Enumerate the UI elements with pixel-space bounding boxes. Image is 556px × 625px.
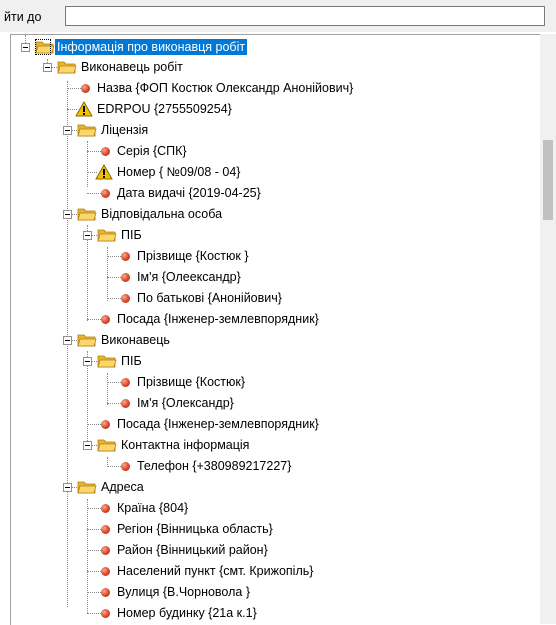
- field-dot-icon: [101, 420, 110, 429]
- open-folder-icon: [77, 481, 97, 494]
- tree-node-label: Виконавець: [101, 333, 170, 347]
- field-dot-icon: [101, 315, 110, 324]
- tree-leaf-label: Ім'я {Олександр}: [137, 396, 234, 410]
- tree-leaf-number[interactable]: Номер { №09/08 - 04}: [11, 162, 545, 182]
- tree-leaf-settlement[interactable]: Населений пункт {смт. Крижопіль}: [11, 561, 545, 581]
- tree-leaf-surname[interactable]: Прізвище {Костюк}: [11, 372, 545, 392]
- open-folder-icon: [77, 334, 97, 347]
- field-dot-icon: [121, 252, 130, 261]
- tree-leaf-label: Прізвище {Костюк}: [137, 375, 246, 389]
- tree-node-label: ПІБ: [121, 354, 142, 368]
- tree-leaf-edrpou[interactable]: EDRPOU {2755509254}: [11, 99, 545, 119]
- tree-leaf-first-name[interactable]: Ім'я {Олеександр}: [11, 267, 545, 287]
- tree-leaf-label: Регіон {Вінницька область}: [117, 522, 273, 536]
- field-dot-icon: [101, 504, 110, 513]
- tree-node-executor[interactable]: Виконавець: [11, 330, 545, 350]
- tree-node-contact[interactable]: Контактна інформація: [11, 435, 545, 455]
- tree-leaf-label: EDRPOU {2755509254}: [97, 102, 232, 116]
- tree-node-responsible[interactable]: Відповідальна особа: [11, 204, 545, 224]
- tree-leaf-name[interactable]: Назва {ФОП Костюк Олександр Анонійович}: [11, 78, 545, 98]
- tree-leaf-region[interactable]: Регіон {Вінницька область}: [11, 519, 545, 539]
- field-dot-icon: [121, 462, 130, 471]
- tree-node-root[interactable]: Інформація про виконавця робіт: [11, 35, 545, 57]
- tree-leaf-surname[interactable]: Прізвище {Костюк }: [11, 246, 545, 266]
- tree-node-label: Відповідальна особа: [101, 207, 223, 221]
- collapse-toggle[interactable]: [43, 63, 52, 72]
- tree-leaf-label: Посада {Інженер-землевпорядник}: [117, 312, 319, 326]
- goto-input[interactable]: [65, 6, 545, 26]
- tree-leaf-label: Посада {Інженер-землевпорядник}: [117, 417, 319, 431]
- tree-leaf-position[interactable]: Посада {Інженер-землевпорядник}: [11, 309, 545, 329]
- field-dot-icon: [101, 147, 110, 156]
- tree-leaf-position[interactable]: Посада {Інженер-землевпорядник}: [11, 414, 545, 434]
- tree-leaf-label: Прізвище {Костюк }: [137, 249, 249, 263]
- open-folder-icon: [57, 61, 77, 74]
- goto-bar: йти до: [0, 0, 556, 32]
- tree-node-contractor[interactable]: Виконавець робіт: [11, 57, 545, 77]
- tree-node-label: Ліцензія: [101, 123, 149, 137]
- tree-leaf-label: Населений пункт {смт. Крижопіль}: [117, 564, 314, 578]
- tree-leaf-building[interactable]: Номер будинку {21а к.1}: [11, 603, 545, 623]
- goto-label: йти до: [4, 10, 42, 24]
- tree-leaf-label: Номер { №09/08 - 04}: [117, 165, 241, 179]
- tree-leaf-label: Серія {СПК}: [117, 144, 187, 158]
- field-dot-icon: [81, 84, 90, 93]
- tree-leaf-street[interactable]: Вулиця {В.Чорновола }: [11, 582, 545, 602]
- field-dot-icon: [121, 273, 130, 282]
- collapse-toggle[interactable]: [63, 126, 72, 135]
- tree-node-label: Адреса: [101, 480, 144, 494]
- vertical-scrollbar[interactable]: [540, 34, 556, 624]
- tree-leaf-label: Країна {804}: [117, 501, 189, 515]
- tree-leaf-series[interactable]: Серія {СПК}: [11, 141, 545, 161]
- tree-leaf-label: Ім'я {Олеександр}: [137, 270, 241, 284]
- tree-leaf-label: Номер будинку {21а к.1}: [117, 606, 257, 620]
- warning-icon: [75, 101, 93, 117]
- field-dot-icon: [121, 378, 130, 387]
- tree-leaf-first-name[interactable]: Ім'я {Олександр}: [11, 393, 545, 413]
- tree-node-label: Контактна інформація: [121, 438, 250, 452]
- tree-leaf-phone[interactable]: Телефон {+380989217227}: [11, 456, 545, 476]
- tree-node-label: Інформація про виконавця робіт: [55, 39, 248, 55]
- field-dot-icon: [121, 399, 130, 408]
- field-dot-icon: [101, 588, 110, 597]
- tree-node-license[interactable]: Ліцензія: [11, 120, 545, 140]
- collapse-toggle[interactable]: [63, 336, 72, 345]
- tree-leaf-label: По батькові {Анонійович}: [137, 291, 282, 305]
- tree-leaf-country[interactable]: Країна {804}: [11, 498, 545, 518]
- tree-node-executor-pib[interactable]: ПІБ: [11, 351, 545, 371]
- collapse-toggle[interactable]: [63, 210, 72, 219]
- tree-node-responsible-pib[interactable]: ПІБ: [11, 225, 545, 245]
- field-dot-icon: [101, 567, 110, 576]
- field-dot-icon: [101, 546, 110, 555]
- collapse-toggle[interactable]: [83, 441, 92, 450]
- collapse-toggle[interactable]: [83, 357, 92, 366]
- tree-node-label: Виконавець робіт: [81, 60, 183, 74]
- scrollbar-thumb[interactable]: [543, 140, 553, 220]
- tree-leaf-label: Вулиця {В.Чорновола }: [117, 585, 250, 599]
- open-folder-icon: [97, 355, 117, 368]
- tree-view[interactable]: Інформація про виконавця робіт Виконавец…: [10, 34, 545, 625]
- tree-leaf-issue-date[interactable]: Дата видачі {2019-04-25}: [11, 183, 545, 203]
- warning-icon: [95, 164, 113, 180]
- tree-leaf-label: Дата видачі {2019-04-25}: [117, 186, 261, 200]
- collapse-toggle[interactable]: [21, 43, 30, 52]
- tree-leaf-label: Район {Вінницький район}: [117, 543, 268, 557]
- tree-node-address[interactable]: Адреса: [11, 477, 545, 497]
- tree-node-label: ПІБ: [121, 228, 142, 242]
- open-folder-icon: [77, 124, 97, 137]
- field-dot-icon: [101, 189, 110, 198]
- field-dot-icon: [101, 609, 110, 618]
- field-dot-icon: [101, 525, 110, 534]
- tree-leaf-label: Назва {ФОП Костюк Олександр Анонійович}: [97, 81, 354, 95]
- field-dot-icon: [121, 294, 130, 303]
- open-folder-icon: [97, 229, 117, 242]
- tree-leaf-patronymic[interactable]: По батькові {Анонійович}: [11, 288, 545, 308]
- open-folder-icon: [97, 439, 117, 452]
- tree-leaf-district[interactable]: Район {Вінницький район}: [11, 540, 545, 560]
- tree-leaf-label: Телефон {+380989217227}: [137, 459, 292, 473]
- open-folder-icon: [77, 208, 97, 221]
- collapse-toggle[interactable]: [63, 483, 72, 492]
- collapse-toggle[interactable]: [83, 231, 92, 240]
